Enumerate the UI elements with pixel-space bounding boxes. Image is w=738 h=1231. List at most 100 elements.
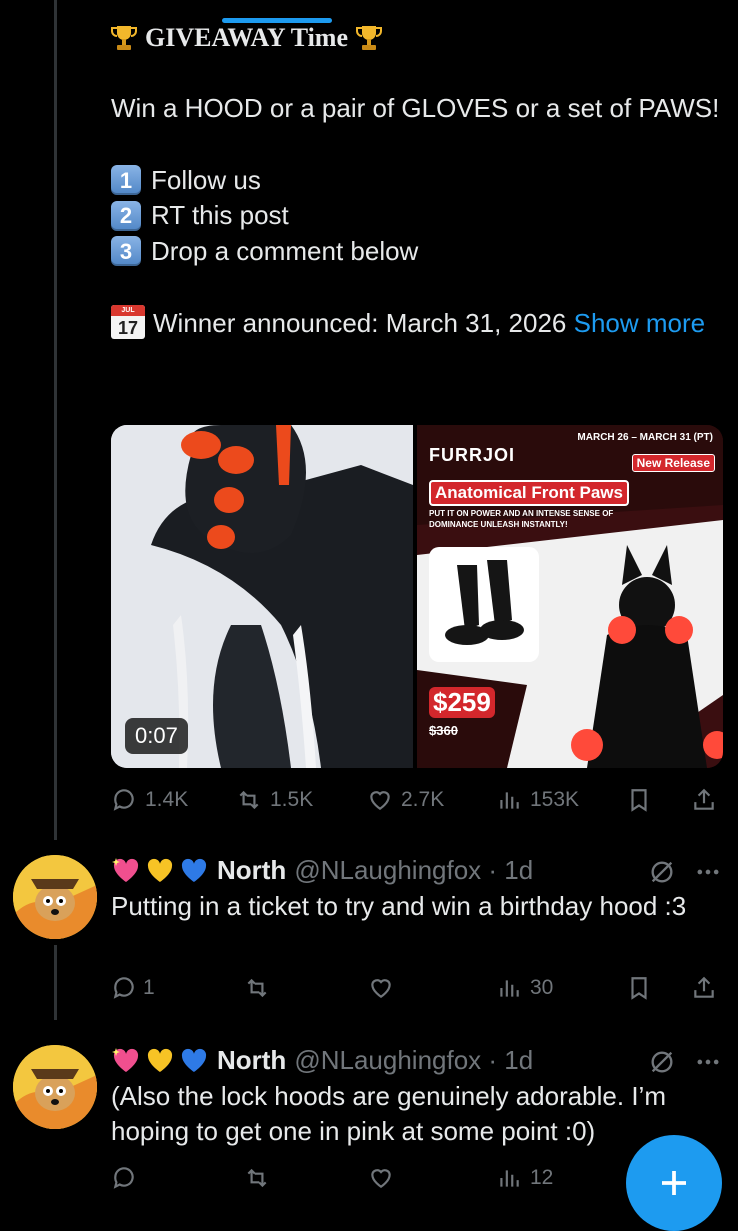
video-frame xyxy=(111,425,413,768)
steps-list: 1 Follow us 2 RT this post 3 Drop a comm… xyxy=(111,163,726,270)
views-icon xyxy=(500,980,519,997)
repost-count: 1.5K xyxy=(270,788,314,811)
bookmark-icon xyxy=(631,977,647,1000)
heart-icon xyxy=(371,979,391,998)
media-grid: 0:07 MARCH 26 – MARCH 31 (PT) FURRJOI Ne… xyxy=(111,425,723,768)
winner-text: Winner announced: March 31, 2026 xyxy=(153,308,567,338)
views-count: 12 xyxy=(530,1166,554,1189)
reply-button[interactable] xyxy=(111,1165,137,1191)
post-body: GIVEAWAY Time Win a HOOD or a pair of GL… xyxy=(111,20,726,342)
author-handle[interactable]: @NLaughingfox · 1d xyxy=(294,1045,533,1076)
reply-header: North @NLaughingfox · 1d xyxy=(111,853,533,887)
step-item: 3 Drop a comment below xyxy=(111,234,726,270)
heart-icon xyxy=(370,791,390,810)
keycap-2-icon: 2 xyxy=(111,200,141,231)
giveaway-title: GIVEAWAY Time xyxy=(145,23,348,52)
reply-count: 1 xyxy=(143,976,155,999)
dog-avatar-icon xyxy=(13,855,97,939)
reply-header: North @NLaughingfox · 1d xyxy=(111,1043,533,1077)
ad-old-price: $360 xyxy=(429,723,458,738)
step-item: 1 Follow us xyxy=(111,163,726,199)
reply-meta-icons xyxy=(648,1048,722,1076)
ad-badge: New Release xyxy=(631,454,715,472)
like-count: 2.7K xyxy=(401,788,445,811)
reply-thread-line xyxy=(54,945,57,1020)
like-button[interactable] xyxy=(368,975,394,1001)
ad-dates: MARCH 26 – MARCH 31 (PT) xyxy=(577,432,713,443)
reply-text: (Also the lock hoods are genuinely adora… xyxy=(111,1081,666,1146)
post-actions: 1.4K 1.5K 2.7K 153K xyxy=(111,780,723,820)
more-icon[interactable] xyxy=(694,858,722,886)
author-name[interactable]: North xyxy=(217,855,286,886)
trophy-icon xyxy=(111,26,137,50)
more-icon[interactable] xyxy=(694,1048,722,1076)
repost-icon xyxy=(247,1168,267,1188)
avatar[interactable] xyxy=(13,855,97,939)
share-button[interactable] xyxy=(691,787,717,813)
giveaway-heading: GIVEAWAY Time xyxy=(111,20,726,56)
ad-title: Anatomical Front Paws xyxy=(429,480,629,506)
dog-avatar-icon xyxy=(13,1045,97,1129)
repost-button[interactable]: 1.5K xyxy=(236,787,313,813)
repost-button[interactable] xyxy=(244,975,270,1001)
ad-image[interactable]: MARCH 26 – MARCH 31 (PT) FURRJOI New Rel… xyxy=(417,425,723,768)
repost-button[interactable] xyxy=(244,1165,270,1191)
views-button[interactable]: 12 xyxy=(496,1165,553,1191)
post-text-prizes: Win a HOOD or a pair of GLOVES or a set … xyxy=(111,93,720,123)
calendar-icon: JUL 17 xyxy=(111,305,145,339)
compose-button[interactable] xyxy=(626,1135,722,1231)
ad-brand: FURRJOI xyxy=(429,445,516,465)
reply-button[interactable]: 1.4K xyxy=(111,787,188,813)
views-count: 153K xyxy=(530,788,580,811)
reply-actions: 1 30 xyxy=(111,970,723,1006)
grok-icon[interactable] xyxy=(648,858,676,886)
reply-icon xyxy=(113,789,134,811)
views-button[interactable]: 153K xyxy=(496,787,579,813)
avatar[interactable] xyxy=(13,1045,97,1129)
keycap-1-icon: 1 xyxy=(111,165,141,196)
reply-icon xyxy=(113,1167,134,1189)
trophy-icon xyxy=(356,26,382,50)
views-icon xyxy=(500,1170,519,1187)
like-button[interactable]: 2.7K xyxy=(367,787,444,813)
repost-icon xyxy=(239,790,259,810)
views-count: 30 xyxy=(530,976,554,999)
reply-meta-icons xyxy=(648,858,722,886)
thread-line xyxy=(54,0,57,840)
grok-icon[interactable] xyxy=(648,1048,676,1076)
share-icon xyxy=(694,976,714,998)
calendar-day: 17 xyxy=(117,318,139,338)
blue-heart-icon xyxy=(181,1048,207,1072)
show-more-link[interactable]: Show more xyxy=(574,308,706,338)
step-text: Drop a comment below xyxy=(151,235,419,266)
sparkling-heart-icon xyxy=(112,858,139,882)
bookmark-icon xyxy=(631,789,647,812)
plus-icon xyxy=(662,1171,686,1195)
video-thumbnail[interactable]: 0:07 xyxy=(111,425,413,768)
share-icon xyxy=(694,788,714,810)
reply-count: 1.4K xyxy=(145,788,189,811)
ad-tagline: PUT IT ON POWER AND AN INTENSE SENSE OF … xyxy=(429,509,614,529)
keycap-3-icon: 3 xyxy=(111,236,141,267)
author-name[interactable]: North xyxy=(217,1045,286,1076)
winner-line: JUL 17 Winner announced: March 31, 2026 … xyxy=(111,305,726,342)
reply-button[interactable]: 1 xyxy=(111,975,155,1001)
views-icon xyxy=(500,792,519,809)
emoji-hearts xyxy=(111,1046,209,1074)
step-text: Follow us xyxy=(151,164,261,195)
heart-icon xyxy=(371,1169,391,1188)
like-button[interactable] xyxy=(368,1165,394,1191)
reply-icon xyxy=(113,977,134,999)
bookmark-button[interactable] xyxy=(626,787,652,813)
step-item: 2 RT this post xyxy=(111,198,726,234)
repost-icon xyxy=(247,978,267,998)
blue-heart-icon xyxy=(181,858,207,882)
yellow-heart-icon xyxy=(147,1048,173,1072)
views-button[interactable]: 30 xyxy=(496,975,553,1001)
video-duration: 0:07 xyxy=(125,718,188,754)
yellow-heart-icon xyxy=(147,858,173,882)
author-handle[interactable]: @NLaughingfox · 1d xyxy=(294,855,533,886)
sparkling-heart-icon xyxy=(112,1048,139,1072)
bookmark-button[interactable] xyxy=(626,975,652,1001)
share-button[interactable] xyxy=(691,975,717,1001)
